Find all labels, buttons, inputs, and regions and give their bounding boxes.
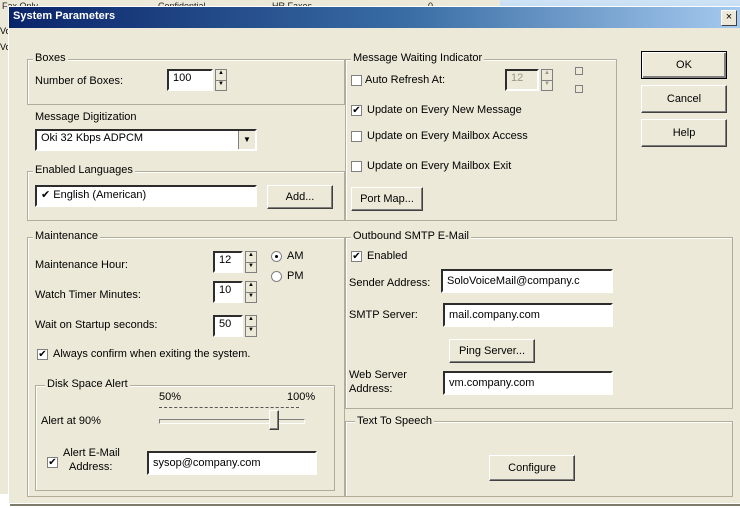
digitization-value: Oki 32 Kbps ADPCM [41,132,144,144]
am-pm-checkbox[interactable] [575,85,583,93]
maintenance-hour-spinner[interactable]: ▲ ▼ [245,251,257,273]
alert-email-input[interactable]: sysop@company.com [147,451,317,475]
language-item: English (American) [53,189,147,201]
number-of-boxes-label: Number of Boxes: [35,75,124,87]
digitization-label: Message Digitization [35,111,137,123]
alert-email-label-2: Address: [69,461,113,473]
tts-group-label: Text To Speech [355,415,435,427]
disk-alert-slider-track[interactable] [159,419,305,424]
update-new-message-checkbox[interactable]: ✔ [351,105,362,116]
smtp-server-input[interactable]: mail.company.com [443,303,613,327]
alert-email-checkbox[interactable]: ✔ [47,457,58,468]
digitization-select[interactable]: Oki 32 Kbps ADPCM ▼ [35,129,257,151]
startup-wait-spinner[interactable]: ▲ ▼ [245,315,257,337]
disk-alert-label: Disk Space Alert [45,378,130,390]
confirm-exit-label: Always confirm when exiting the system. [53,348,251,360]
port-map-button[interactable]: Port Map... [351,187,423,211]
alert-email-label: Alert E-Mail [63,447,120,459]
auto-refresh-checkbox[interactable] [351,75,362,86]
configure-tts-button[interactable]: Configure [489,455,575,481]
mwi-group-label: Message Waiting Indicator [351,52,485,64]
chevron-down-icon[interactable]: ▼ [238,131,255,149]
maintenance-group-label: Maintenance [33,230,100,242]
boxes-group-label: Boxes [33,52,68,64]
dialog-title: System Parameters [13,10,116,22]
auto-refresh-label: Auto Refresh At: [365,74,446,86]
maintenance-hour-input[interactable]: 12 [213,251,243,273]
ping-server-button[interactable]: Ping Server... [449,339,535,363]
cancel-button[interactable]: Cancel [641,85,727,113]
startup-wait-input[interactable]: 50 [213,315,243,337]
update-mailbox-exit-checkbox[interactable] [351,161,362,172]
watch-timer-input[interactable]: 10 [213,281,243,303]
close-button[interactable]: × [721,10,737,26]
check-icon: ✔ [38,349,47,360]
confirm-exit-checkbox[interactable]: ✔ [37,349,48,360]
add-language-button[interactable]: Add... [267,185,333,209]
pm-radio[interactable] [271,271,282,282]
number-of-boxes-input[interactable]: 100 [167,69,213,91]
check-icon: ✔ [41,189,51,201]
alert-at-label: Alert at 90% [41,415,101,427]
check-icon: ✔ [48,457,57,468]
scale-min-label: 50% [159,391,182,403]
check-icon: ✔ [352,105,361,116]
smtp-enabled-checkbox[interactable]: ✔ [351,251,362,262]
languages-group-label: Enabled Languages [33,164,135,176]
number-of-boxes-spinner[interactable]: ▲ ▼ [215,69,227,91]
smtp-server-label: SMTP Server: [349,309,418,321]
update-mailbox-exit-label: Update on Every Mailbox Exit [367,160,512,172]
startup-wait-label: Wait on Startup seconds: [35,319,158,331]
update-mailbox-access-checkbox[interactable] [351,131,362,142]
am-pm-checkbox[interactable] [575,67,583,75]
scale-max-label: 100% [287,391,316,403]
close-icon: × [725,11,733,23]
sender-address-input[interactable]: SoloVoiceMail@company.c [441,269,613,293]
sender-address-label: Sender Address: [349,277,431,289]
help-button[interactable]: Help [641,119,727,147]
check-icon: ✔ [352,251,361,262]
disk-alert-slider-thumb[interactable] [269,410,280,430]
ok-button[interactable]: OK [641,51,727,79]
am-label: AM [287,250,304,262]
auto-refresh-input[interactable]: 12 [505,69,539,91]
web-server-label: Web Server [349,369,407,381]
smtp-group-label: Outbound SMTP E-Mail [351,230,471,242]
watch-timer-spinner[interactable]: ▲ ▼ [245,281,257,303]
update-mailbox-access-label: Update on Every Mailbox Access [367,130,528,142]
languages-list[interactable]: ✔ English (American) [35,185,257,207]
am-radio[interactable] [271,251,282,262]
watch-timer-label: Watch Timer Minutes: [35,289,141,301]
auto-refresh-spinner[interactable]: ▲ ▼ [541,69,553,91]
title-bar: System Parameters × [9,7,740,28]
pm-label: PM [287,270,304,282]
update-new-message-label: Update on Every New Message [367,104,522,116]
web-server-input[interactable]: vm.company.com [443,371,613,395]
system-parameters-dialog: System Parameters × Boxes Number of Boxe… [8,6,740,504]
maintenance-hour-label: Maintenance Hour: [35,259,128,271]
web-server-label-2: Address: [349,383,393,395]
smtp-enabled-label: Enabled [367,250,408,262]
